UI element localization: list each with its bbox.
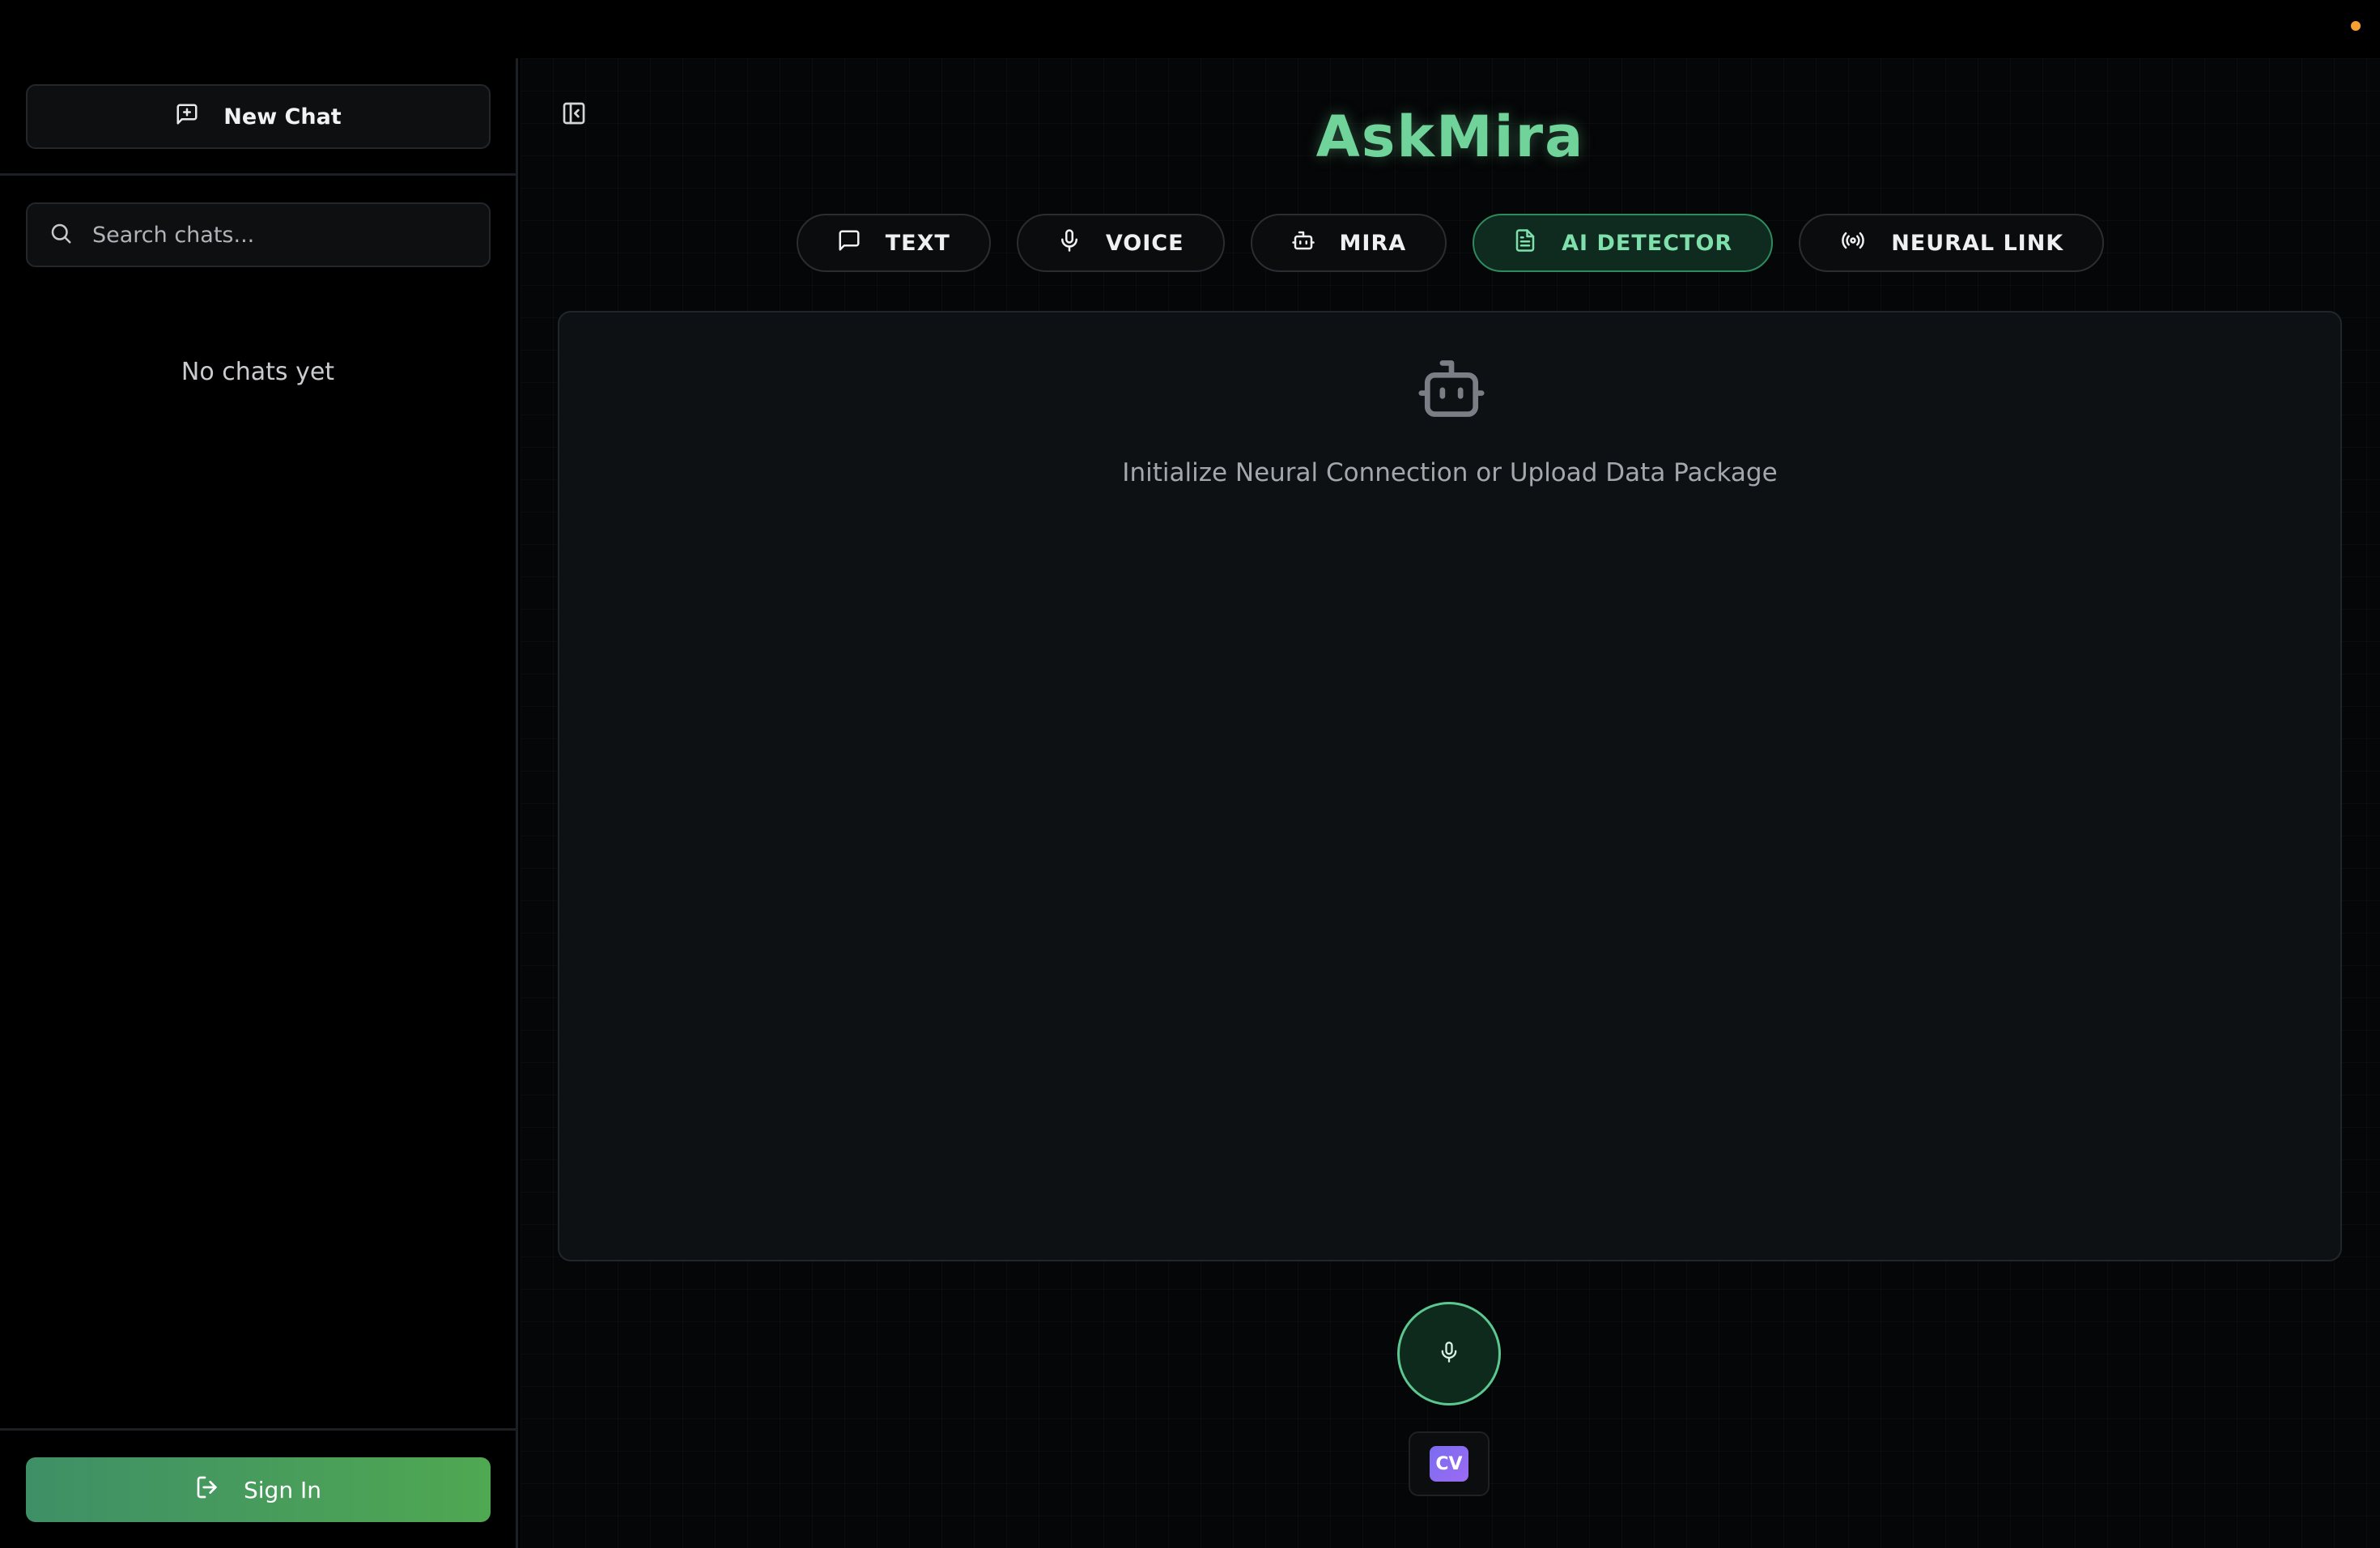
record-voice-button[interactable] — [1397, 1302, 1501, 1406]
tab-voice[interactable]: VOICE — [1016, 214, 1225, 272]
file-text-icon — [1513, 228, 1537, 258]
tab-neural-link[interactable]: NEURAL LINK — [1799, 214, 2105, 272]
app-title: AskMira — [1315, 104, 1585, 170]
sidebar-bottom-divider — [0, 1428, 516, 1431]
radio-waves-icon — [1839, 228, 1867, 258]
empty-chats-label: No chats yet — [181, 358, 335, 386]
bot-placeholder-icon — [1415, 357, 1488, 420]
empty-state-text: Initialize Neural Connection or Upload D… — [1122, 458, 1778, 487]
tab-voice-label: VOICE — [1105, 230, 1184, 256]
bot-icon — [1291, 228, 1315, 258]
tab-ai-detector-label: AI DETECTOR — [1562, 230, 1733, 256]
status-indicator-dot — [2351, 21, 2361, 31]
sidebar: New Chat No chats yet Sign In — [0, 58, 518, 1548]
tab-mira-label: MIRA — [1339, 230, 1407, 256]
new-chat-button[interactable]: New Chat — [26, 84, 491, 149]
cv-badge: CV — [1430, 1446, 1468, 1482]
tab-mira[interactable]: MIRA — [1250, 214, 1447, 272]
search-chats-box[interactable] — [26, 202, 491, 267]
sidebar-divider — [0, 173, 516, 176]
sign-in-label: Sign In — [244, 1476, 321, 1503]
tab-ai-detector[interactable]: AI DETECTOR — [1473, 214, 1774, 272]
new-chat-icon — [175, 102, 199, 132]
log-in-icon — [195, 1474, 221, 1506]
sign-in-button[interactable]: Sign In — [26, 1457, 491, 1522]
mode-tabs: TEXT VOICE MIRA AI DETECTOR NEURAL LINK — [521, 214, 2380, 272]
app-window: New Chat No chats yet Sign In — [0, 0, 2380, 1548]
tab-text[interactable]: TEXT — [796, 214, 991, 272]
top-bar — [0, 0, 2380, 58]
message-square-icon — [837, 228, 861, 258]
cv-button[interactable]: CV — [1409, 1431, 1490, 1496]
conversation-panel: Initialize Neural Connection or Upload D… — [558, 311, 2342, 1261]
tab-neural-link-label: NEURAL LINK — [1891, 230, 2064, 256]
search-icon — [49, 221, 73, 249]
microphone-icon — [1438, 1341, 1460, 1367]
search-input[interactable] — [91, 221, 479, 249]
microphone-icon — [1057, 228, 1082, 258]
tab-text-label: TEXT — [885, 230, 950, 256]
main-area: AskMira TEXT VOICE MIRA AI DETECTOR NEUR… — [521, 58, 2380, 1548]
new-chat-label: New Chat — [223, 104, 342, 130]
